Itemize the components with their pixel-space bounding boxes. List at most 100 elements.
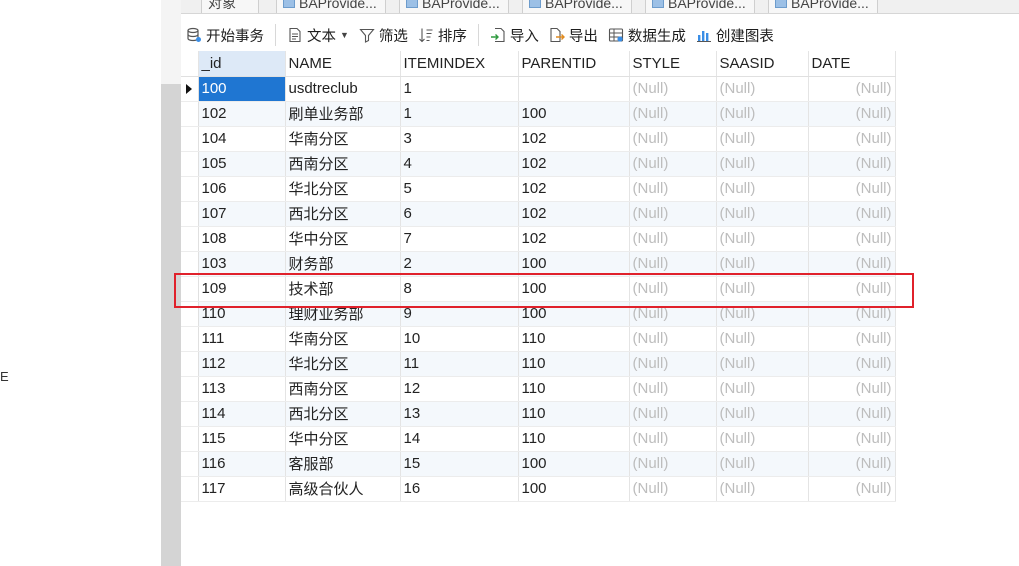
column-header-style[interactable]: STYLE bbox=[629, 51, 717, 77]
cell-itemindex[interactable]: 10 bbox=[400, 326, 519, 352]
cell-saasid[interactable]: (Null) bbox=[716, 351, 809, 377]
column-header-saasid[interactable]: SAASID bbox=[716, 51, 809, 77]
export-button[interactable]: 导出 bbox=[544, 22, 603, 48]
cell-itemindex[interactable]: 8 bbox=[400, 276, 519, 302]
cell-parentid[interactable]: 110 bbox=[518, 351, 630, 377]
cell-parentid[interactable]: 100 bbox=[518, 101, 630, 127]
table-row[interactable]: 115 华中分区 14 110 (Null) (Null) (Null) bbox=[181, 426, 896, 452]
table-row[interactable]: 111 华南分区 10 110 (Null) (Null) (Null) bbox=[181, 326, 896, 352]
cell-style[interactable]: (Null) bbox=[629, 401, 717, 427]
cell-itemindex[interactable]: 6 bbox=[400, 201, 519, 227]
cell-name[interactable]: 华中分区 bbox=[285, 426, 401, 452]
cell-name[interactable]: 华北分区 bbox=[285, 176, 401, 202]
table-row[interactable]: 107 西北分区 6 102 (Null) (Null) (Null) bbox=[181, 201, 896, 227]
cell-date[interactable]: (Null) bbox=[808, 401, 896, 427]
cell-style[interactable]: (Null) bbox=[629, 301, 717, 327]
table-row[interactable]: 103 财务部 2 100 (Null) (Null) (Null) bbox=[181, 251, 896, 277]
row-indicator[interactable] bbox=[181, 151, 199, 177]
cell-saasid[interactable]: (Null) bbox=[716, 276, 809, 302]
cell-id[interactable]: 108 bbox=[198, 226, 286, 252]
cell-name[interactable]: 华南分区 bbox=[285, 126, 401, 152]
cell-id[interactable]: 109 bbox=[198, 276, 286, 302]
table-row[interactable]: 114 西北分区 13 110 (Null) (Null) (Null) bbox=[181, 401, 896, 427]
cell-parentid[interactable]: 100 bbox=[518, 301, 630, 327]
cell-name[interactable]: 西南分区 bbox=[285, 151, 401, 177]
cell-date[interactable]: (Null) bbox=[808, 451, 896, 477]
cell-style[interactable]: (Null) bbox=[629, 476, 717, 502]
row-indicator[interactable] bbox=[181, 451, 199, 477]
tab-query-3[interactable]: BAProvide... bbox=[522, 0, 632, 13]
cell-name[interactable]: 高级合伙人 bbox=[285, 476, 401, 502]
cell-style[interactable]: (Null) bbox=[629, 376, 717, 402]
cell-parentid[interactable]: 100 bbox=[518, 476, 630, 502]
cell-itemindex[interactable]: 14 bbox=[400, 426, 519, 452]
cell-saasid[interactable]: (Null) bbox=[716, 376, 809, 402]
cell-parentid[interactable]: 102 bbox=[518, 176, 630, 202]
cell-name[interactable]: 西南分区 bbox=[285, 376, 401, 402]
column-header-name[interactable]: NAME bbox=[285, 51, 401, 77]
cell-itemindex[interactable]: 7 bbox=[400, 226, 519, 252]
cell-id[interactable]: 105 bbox=[198, 151, 286, 177]
cell-parentid[interactable] bbox=[518, 76, 630, 102]
cell-date[interactable]: (Null) bbox=[808, 376, 896, 402]
cell-name[interactable]: 西北分区 bbox=[285, 201, 401, 227]
cell-date[interactable]: (Null) bbox=[808, 251, 896, 277]
table-row[interactable]: 105 西南分区 4 102 (Null) (Null) (Null) bbox=[181, 151, 896, 177]
cell-date[interactable]: (Null) bbox=[808, 226, 896, 252]
cell-parentid[interactable]: 102 bbox=[518, 226, 630, 252]
row-indicator[interactable] bbox=[181, 76, 199, 102]
cell-saasid[interactable]: (Null) bbox=[716, 226, 809, 252]
cell-itemindex[interactable]: 5 bbox=[400, 176, 519, 202]
table-row[interactable]: 102 刷单业务部 1 100 (Null) (Null) (Null) bbox=[181, 101, 896, 127]
cell-name[interactable]: 华南分区 bbox=[285, 326, 401, 352]
table-row[interactable]: 108 华中分区 7 102 (Null) (Null) (Null) bbox=[181, 226, 896, 252]
cell-date[interactable]: (Null) bbox=[808, 201, 896, 227]
cell-style[interactable]: (Null) bbox=[629, 451, 717, 477]
cell-name[interactable]: 理财业务部 bbox=[285, 301, 401, 327]
cell-parentid[interactable]: 100 bbox=[518, 451, 630, 477]
cell-style[interactable]: (Null) bbox=[629, 176, 717, 202]
splitter-scrollbar[interactable] bbox=[161, 0, 181, 566]
cell-saasid[interactable]: (Null) bbox=[716, 201, 809, 227]
column-header-itemindex[interactable]: ITEMINDEX bbox=[400, 51, 519, 77]
cell-id[interactable]: 106 bbox=[198, 176, 286, 202]
cell-id[interactable]: 107 bbox=[198, 201, 286, 227]
cell-id[interactable]: 115 bbox=[198, 426, 286, 452]
cell-date[interactable]: (Null) bbox=[808, 151, 896, 177]
cell-parentid[interactable]: 102 bbox=[518, 151, 630, 177]
row-indicator[interactable] bbox=[181, 376, 199, 402]
row-indicator[interactable] bbox=[181, 101, 199, 127]
cell-id[interactable]: 104 bbox=[198, 126, 286, 152]
cell-date[interactable]: (Null) bbox=[808, 176, 896, 202]
row-indicator[interactable] bbox=[181, 276, 199, 302]
cell-itemindex[interactable]: 9 bbox=[400, 301, 519, 327]
tab-query-5[interactable]: BAProvide... bbox=[768, 0, 878, 13]
row-indicator[interactable] bbox=[181, 176, 199, 202]
cell-name[interactable]: 刷单业务部 bbox=[285, 101, 401, 127]
cell-name[interactable]: usdtreclub bbox=[285, 76, 401, 102]
row-indicator[interactable] bbox=[181, 326, 199, 352]
cell-itemindex[interactable]: 1 bbox=[400, 101, 519, 127]
table-row[interactable]: 112 华北分区 11 110 (Null) (Null) (Null) bbox=[181, 351, 896, 377]
cell-id[interactable]: 110 bbox=[198, 301, 286, 327]
row-indicator[interactable] bbox=[181, 226, 199, 252]
cell-parentid[interactable]: 102 bbox=[518, 201, 630, 227]
cell-style[interactable]: (Null) bbox=[629, 426, 717, 452]
cell-saasid[interactable]: (Null) bbox=[716, 176, 809, 202]
cell-style[interactable]: (Null) bbox=[629, 126, 717, 152]
begin-transaction-button[interactable]: 开始事务 bbox=[181, 22, 269, 48]
cell-saasid[interactable]: (Null) bbox=[716, 426, 809, 452]
cell-id[interactable]: 112 bbox=[198, 351, 286, 377]
create-chart-button[interactable]: 创建图表 bbox=[691, 22, 779, 48]
text-button[interactable]: 文本 ▼ bbox=[282, 22, 354, 48]
cell-itemindex[interactable]: 15 bbox=[400, 451, 519, 477]
cell-name[interactable]: 客服部 bbox=[285, 451, 401, 477]
cell-name[interactable]: 西北分区 bbox=[285, 401, 401, 427]
cell-itemindex[interactable]: 11 bbox=[400, 351, 519, 377]
table-row[interactable]: 117 高级合伙人 16 100 (Null) (Null) (Null) bbox=[181, 476, 896, 502]
cell-parentid[interactable]: 100 bbox=[518, 276, 630, 302]
cell-saasid[interactable]: (Null) bbox=[716, 476, 809, 502]
cell-parentid[interactable]: 110 bbox=[518, 376, 630, 402]
cell-parentid[interactable]: 110 bbox=[518, 326, 630, 352]
table-row[interactable]: 106 华北分区 5 102 (Null) (Null) (Null) bbox=[181, 176, 896, 202]
